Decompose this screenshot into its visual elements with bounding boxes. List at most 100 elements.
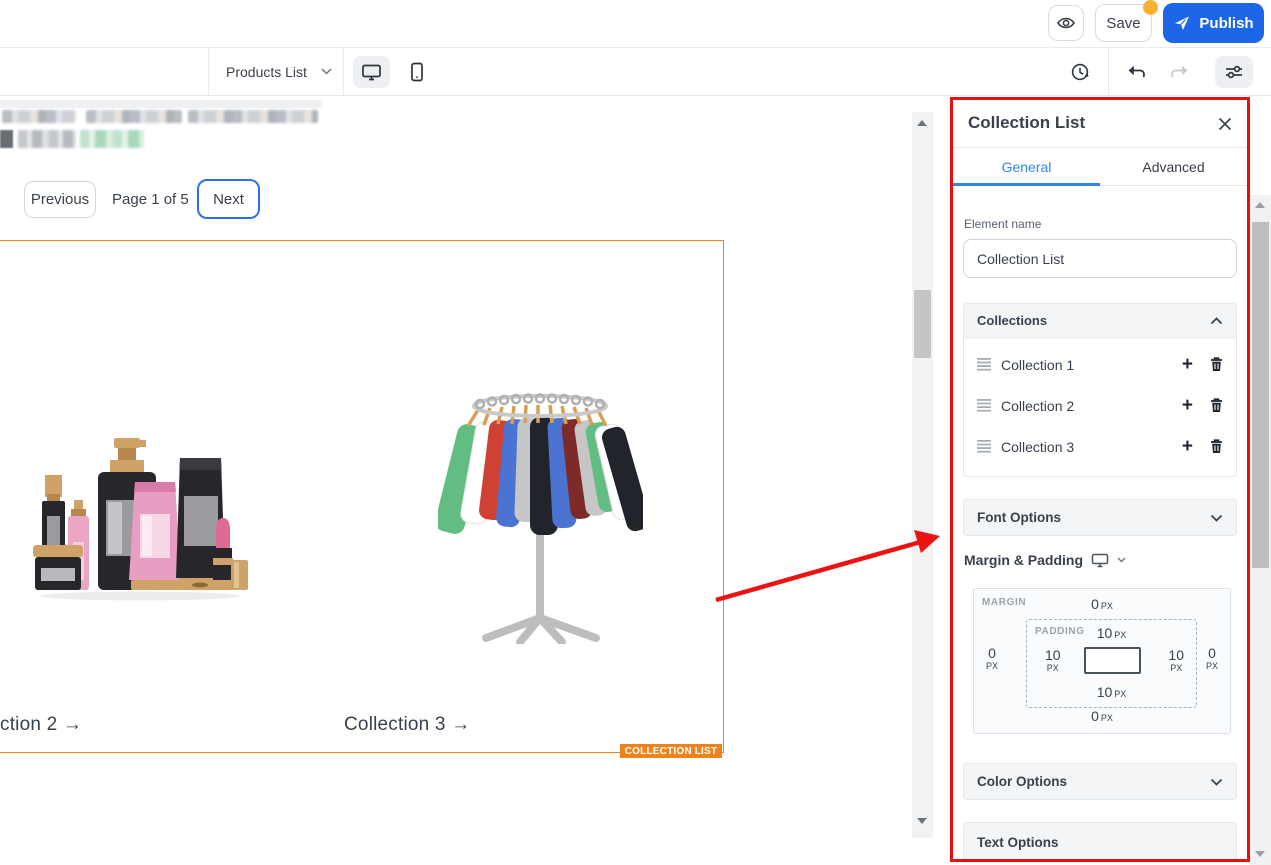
topbar: Save Publish — [0, 0, 1271, 48]
toolbar-divider — [208, 48, 209, 95]
history-button[interactable] — [1062, 54, 1098, 90]
blurred-text-block — [2, 110, 76, 123]
redo-icon — [1169, 64, 1189, 80]
tab-advanced[interactable]: Advanced — [1100, 148, 1247, 185]
site-canvas: Previous Page 1 of 5 Next — [0, 96, 953, 865]
margin-top-value[interactable]: 0PX — [974, 596, 1230, 614]
trash-icon — [1210, 439, 1223, 454]
page-selector-dropdown[interactable]: Products List — [214, 48, 344, 95]
page-selector-label: Products List — [226, 64, 307, 80]
device-desktop-icon[interactable] — [1091, 553, 1109, 568]
panel-tabs: General Advanced — [953, 148, 1247, 186]
blurred-icon-block — [0, 130, 13, 148]
scroll-up-arrow[interactable] — [917, 120, 927, 126]
publish-button[interactable]: Publish — [1163, 3, 1264, 43]
margin-padding-header: Margin & Padding — [964, 552, 1126, 568]
padding-bottom-value[interactable]: 10PX — [1027, 684, 1196, 702]
drag-handle-icon[interactable] — [977, 399, 991, 412]
desktop-icon — [361, 63, 382, 82]
blurred-text-block — [86, 110, 182, 123]
add-collection-button[interactable]: + — [1182, 355, 1193, 374]
delete-collection-button[interactable] — [1210, 398, 1223, 413]
delete-collection-button[interactable] — [1210, 439, 1223, 454]
margin-padding-label: Margin & Padding — [964, 552, 1083, 568]
collection-row: Collection 1 + — [964, 344, 1236, 385]
canvas-scrollbar[interactable] — [912, 112, 933, 838]
sliders-icon — [1224, 64, 1244, 80]
trash-icon — [1210, 357, 1223, 372]
element-name-label: Element name — [964, 217, 1041, 231]
panel-title: Collection List — [968, 113, 1085, 133]
element-settings-button[interactable] — [1215, 56, 1253, 88]
collection-list-settings-panel: Collection List General Advanced Element… — [950, 97, 1250, 862]
blurred-badge-block — [80, 130, 144, 148]
chevron-down-icon — [1210, 514, 1223, 522]
blurred-header-bar — [0, 100, 322, 108]
collection3-clothing-rack-image[interactable] — [438, 392, 643, 644]
mobile-view-button[interactable] — [399, 56, 435, 88]
redo-button[interactable] — [1161, 54, 1197, 90]
padding-left-value[interactable]: 10PX — [1045, 647, 1061, 673]
trash-icon — [1210, 398, 1223, 413]
chevron-down-icon — [1210, 778, 1223, 786]
collection-row-label: Collection 3 — [1001, 439, 1074, 455]
margin-bottom-value[interactable]: 0PX — [974, 708, 1230, 726]
margin-left-value[interactable]: 0PX — [986, 645, 998, 671]
margin-right-value[interactable]: 0PX — [1206, 645, 1218, 671]
blurred-text-block — [18, 130, 76, 148]
add-collection-button[interactable]: + — [1182, 437, 1193, 456]
scroll-down-arrow[interactable] — [1255, 851, 1265, 857]
element-content-box[interactable] — [1084, 647, 1141, 674]
desktop-view-button[interactable] — [353, 56, 390, 88]
collection2-link[interactable]: ction 2 → — [0, 714, 82, 736]
collection-row-label: Collection 2 — [1001, 398, 1074, 414]
toolbar-divider — [343, 48, 344, 95]
collection-row: Collection 3 + — [964, 426, 1236, 467]
padding-top-value[interactable]: 10PX — [1027, 625, 1196, 643]
collection2-cosmetics-image[interactable] — [28, 430, 258, 602]
padding-box: PADDING 10PX 10PX 10PX 10PX — [1026, 619, 1197, 708]
collection-row-label: Collection 1 — [1001, 357, 1074, 373]
box-model-editor: MARGIN 0PX 0PX 0PX 0PX PADDING 10PX 10PX… — [973, 588, 1231, 734]
collections-section-header[interactable]: Collections — [964, 304, 1236, 338]
text-options-label: Text Options — [977, 835, 1059, 850]
pagination-status: Page 1 of 5 — [112, 191, 189, 208]
app-root: Save Publish Products List — [0, 0, 1271, 865]
pagination-next-button[interactable]: Next — [197, 179, 260, 219]
undo-icon — [1127, 64, 1147, 80]
scroll-down-arrow[interactable] — [917, 818, 927, 824]
color-options-accordion[interactable]: Color Options — [963, 763, 1237, 800]
blurred-text-block — [188, 110, 318, 123]
mobile-icon — [410, 62, 424, 82]
drag-handle-icon[interactable] — [977, 440, 991, 453]
tab-general[interactable]: General — [953, 148, 1100, 185]
panel-scrollbar-thumb[interactable] — [1252, 222, 1269, 568]
font-options-label: Font Options — [977, 510, 1061, 525]
panel-scrollbar[interactable] — [1250, 195, 1271, 865]
undo-button[interactable] — [1119, 54, 1155, 90]
preview-button[interactable] — [1048, 5, 1084, 41]
font-options-accordion[interactable]: Font Options — [963, 499, 1237, 536]
chevron-up-icon — [1210, 317, 1223, 325]
text-options-accordion[interactable]: Text Options — [963, 822, 1237, 862]
panel-close-button[interactable] — [1213, 112, 1237, 136]
send-icon — [1173, 14, 1191, 32]
toolbar-divider — [1108, 48, 1109, 95]
history-clock-icon — [1070, 62, 1090, 82]
close-icon — [1218, 117, 1232, 131]
chevron-down-icon[interactable] — [1117, 557, 1126, 563]
pagination-previous-button[interactable]: Previous — [24, 181, 96, 218]
collection3-link[interactable]: Collection 3 → — [344, 714, 470, 736]
chevron-down-icon — [321, 68, 332, 75]
element-name-input[interactable] — [963, 239, 1237, 278]
collection-row: Collection 2 + — [964, 385, 1236, 426]
publish-label: Publish — [1199, 15, 1253, 32]
canvas-scrollbar-thumb[interactable] — [914, 290, 931, 358]
drag-handle-icon[interactable] — [977, 358, 991, 371]
padding-right-value[interactable]: 10PX — [1168, 647, 1184, 673]
add-collection-button[interactable]: + — [1182, 396, 1193, 415]
color-options-label: Color Options — [977, 774, 1067, 789]
scroll-up-arrow[interactable] — [1255, 202, 1265, 208]
collections-card: Collections Collection 1 + — [963, 303, 1237, 477]
delete-collection-button[interactable] — [1210, 357, 1223, 372]
